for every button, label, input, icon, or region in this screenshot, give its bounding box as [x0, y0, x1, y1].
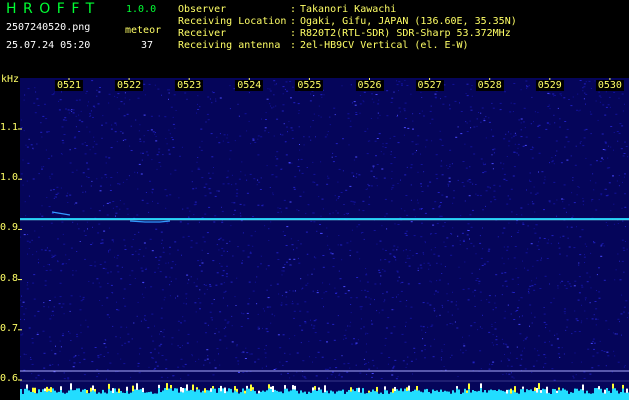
x-tick-label: 0528: [475, 80, 504, 91]
x-tick-label: 0522: [115, 80, 144, 91]
x-tick-label: 0521: [54, 80, 84, 91]
x-tick-label: 0523: [175, 80, 204, 91]
x-tick-label: 0526: [355, 80, 384, 91]
y-tick-label: 1.0: [0, 172, 19, 184]
x-tick-label: 0525: [295, 80, 324, 91]
y-tick-label: 0.9: [0, 222, 19, 234]
x-tick-label: 0529: [535, 80, 564, 91]
x-tick-label: 0524: [235, 80, 264, 91]
y-tick-label: 0.6: [0, 373, 19, 384]
y-tick-label: 0.8: [0, 272, 19, 284]
spectrogram: [18, 78, 629, 400]
x-tick-label: 0527: [415, 80, 444, 91]
y-tick-label: 1.1: [0, 122, 19, 133]
x-tick-label: 0530: [595, 80, 624, 91]
y-tick-label: 0.7: [0, 322, 19, 334]
axis-unit-label: kHz: [1, 74, 20, 85]
